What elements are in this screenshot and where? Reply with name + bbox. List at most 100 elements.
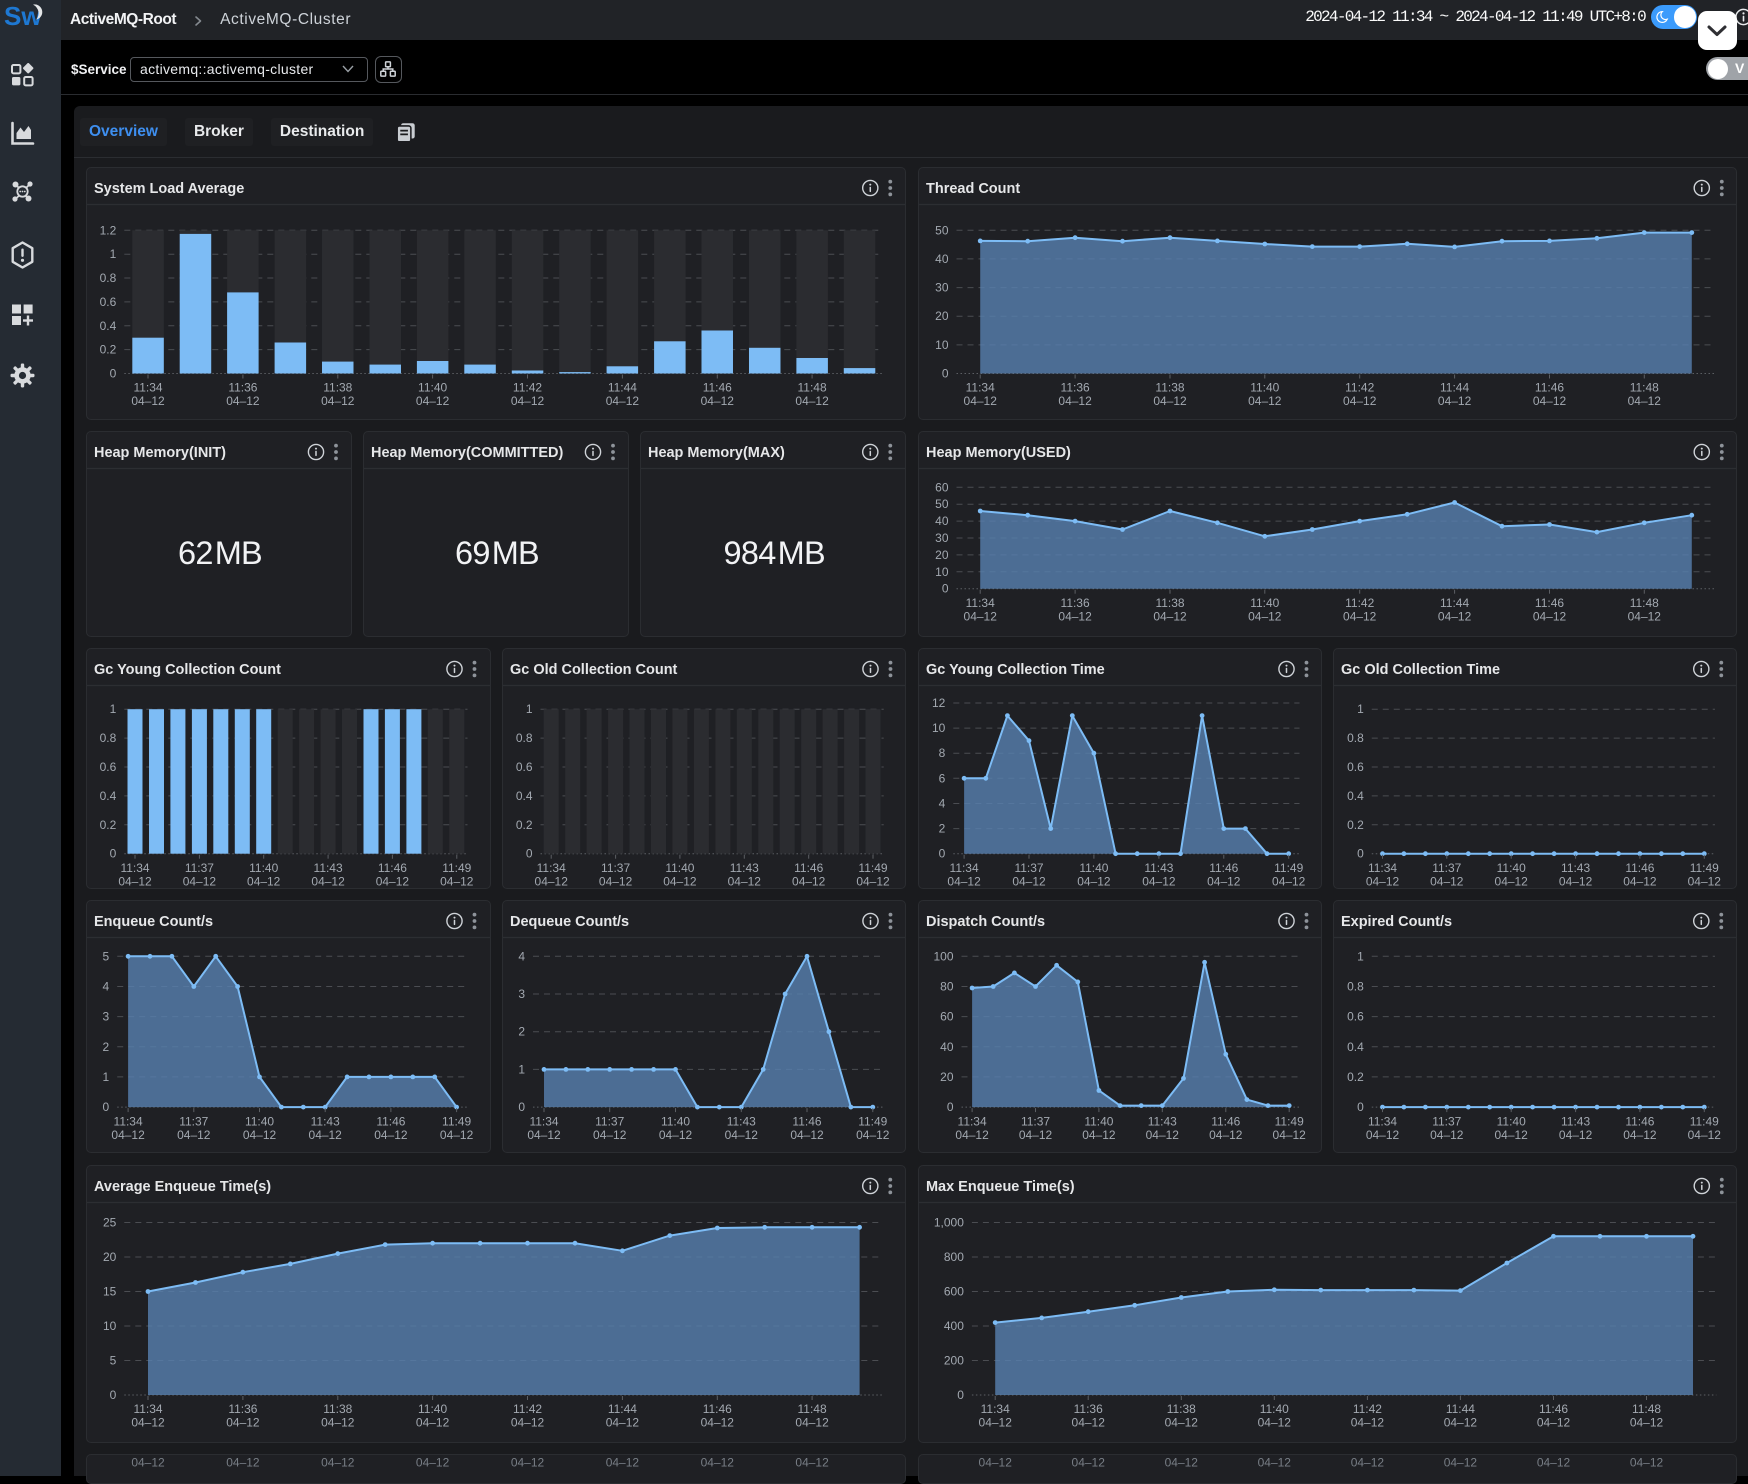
svg-text:0.2: 0.2 <box>1347 818 1364 832</box>
svg-text:0: 0 <box>110 366 117 380</box>
svg-text:0: 0 <box>1357 846 1364 860</box>
svg-text:04–12: 04–12 <box>321 1415 355 1429</box>
svg-text:11:34: 11:34 <box>134 380 163 394</box>
svg-text:0.6: 0.6 <box>1347 760 1364 774</box>
svg-text:04–12: 04–12 <box>1532 610 1566 624</box>
svg-text:11:49: 11:49 <box>442 861 471 875</box>
svg-text:0.2: 0.2 <box>516 818 533 832</box>
svg-text:10: 10 <box>931 721 945 735</box>
svg-text:11:42: 11:42 <box>513 1402 542 1416</box>
svg-text:0: 0 <box>1357 1100 1364 1114</box>
svg-text:04–12: 04–12 <box>1437 610 1471 624</box>
svg-text:0.4: 0.4 <box>516 789 533 803</box>
svg-text:11:49: 11:49 <box>1274 861 1303 875</box>
svg-text:04–12: 04–12 <box>312 874 346 888</box>
svg-text:04–12: 04–12 <box>856 1128 890 1142</box>
svg-text:800: 800 <box>943 1250 963 1264</box>
svg-text:04–12: 04–12 <box>1629 1415 1663 1429</box>
svg-text:0.8: 0.8 <box>100 270 117 284</box>
svg-text:11:34: 11:34 <box>134 1402 163 1416</box>
svg-text:04–12: 04–12 <box>440 1128 474 1142</box>
svg-text:04–12: 04–12 <box>243 1128 277 1142</box>
svg-text:11:36: 11:36 <box>229 380 258 394</box>
svg-text:04–12: 04–12 <box>1627 610 1661 624</box>
svg-text:04–12: 04–12 <box>856 874 890 888</box>
svg-text:4: 4 <box>938 796 945 810</box>
svg-text:04–12: 04–12 <box>1145 1128 1179 1142</box>
svg-text:11:34: 11:34 <box>114 1115 143 1129</box>
svg-text:04–12: 04–12 <box>701 1415 735 1429</box>
svg-text:0: 0 <box>938 846 945 860</box>
svg-text:04–12: 04–12 <box>1058 610 1092 624</box>
svg-text:04–12: 04–12 <box>1430 1128 1464 1142</box>
svg-text:11:40: 11:40 <box>1084 1115 1113 1129</box>
svg-text:0: 0 <box>110 1387 117 1401</box>
svg-text:11:43: 11:43 <box>311 1115 340 1129</box>
svg-text:04–12: 04–12 <box>599 874 633 888</box>
svg-text:11:43: 11:43 <box>314 861 343 875</box>
svg-text:04–12: 04–12 <box>226 1456 260 1470</box>
svg-text:04–12: 04–12 <box>1536 1415 1570 1429</box>
svg-text:2: 2 <box>103 1040 110 1054</box>
svg-text:10: 10 <box>103 1318 117 1332</box>
svg-text:04–12: 04–12 <box>112 1128 146 1142</box>
svg-text:04–12: 04–12 <box>511 394 545 408</box>
svg-text:50: 50 <box>935 497 949 511</box>
svg-text:04–12: 04–12 <box>1430 874 1464 888</box>
svg-text:11:37: 11:37 <box>595 1115 624 1129</box>
svg-text:04–12: 04–12 <box>177 1128 211 1142</box>
svg-text:11:48: 11:48 <box>798 380 827 394</box>
svg-text:11:37: 11:37 <box>179 1115 208 1129</box>
svg-text:20: 20 <box>940 1070 954 1084</box>
svg-text:04–12: 04–12 <box>1153 394 1187 408</box>
svg-text:04–12: 04–12 <box>724 1128 758 1142</box>
svg-text:0.6: 0.6 <box>100 294 117 308</box>
svg-text:04–12: 04–12 <box>247 874 281 888</box>
svg-text:0.6: 0.6 <box>516 760 533 774</box>
svg-text:11:46: 11:46 <box>1625 861 1654 875</box>
svg-text:04–12: 04–12 <box>1343 394 1377 408</box>
svg-text:11:37: 11:37 <box>601 861 630 875</box>
svg-text:69 MB: 69 MB <box>455 535 539 571</box>
svg-text:04–12: 04–12 <box>1248 610 1282 624</box>
svg-text:04–12: 04–12 <box>1559 1128 1593 1142</box>
svg-text:11:40: 11:40 <box>249 861 278 875</box>
svg-text:11:43: 11:43 <box>726 1115 755 1129</box>
svg-text:11:43: 11:43 <box>1144 861 1173 875</box>
svg-text:20: 20 <box>935 309 949 323</box>
svg-text:11:34: 11:34 <box>965 596 994 610</box>
svg-text:11:37: 11:37 <box>1432 861 1461 875</box>
svg-text:60: 60 <box>935 481 949 495</box>
svg-text:11:44: 11:44 <box>1440 380 1469 394</box>
svg-text:04–12: 04–12 <box>727 874 761 888</box>
svg-text:200: 200 <box>943 1353 963 1367</box>
svg-text:11:44: 11:44 <box>608 380 637 394</box>
svg-text:04–12: 04–12 <box>1495 874 1529 888</box>
svg-text:11:49: 11:49 <box>1274 1115 1303 1129</box>
svg-text:11:44: 11:44 <box>608 1402 637 1416</box>
svg-text:04–12: 04–12 <box>309 1128 343 1142</box>
svg-text:11:42: 11:42 <box>1345 380 1374 394</box>
svg-text:11:46: 11:46 <box>792 1115 821 1129</box>
svg-text:04–12: 04–12 <box>1248 394 1282 408</box>
svg-text:1,000: 1,000 <box>933 1215 963 1229</box>
svg-text:600: 600 <box>943 1284 963 1298</box>
svg-text:04–12: 04–12 <box>1366 874 1400 888</box>
svg-text:3: 3 <box>103 1010 110 1024</box>
svg-text:04–12: 04–12 <box>663 874 697 888</box>
svg-text:11:38: 11:38 <box>323 1402 352 1416</box>
svg-text:04–12: 04–12 <box>606 394 640 408</box>
svg-text:11:46: 11:46 <box>1534 380 1563 394</box>
svg-text:40: 40 <box>935 514 949 528</box>
svg-text:Heap Memory(MAX): Heap Memory(MAX) <box>648 445 785 461</box>
svg-text:1: 1 <box>103 1070 110 1084</box>
svg-text:80: 80 <box>940 980 954 994</box>
svg-text:11:38: 11:38 <box>323 380 352 394</box>
svg-text:11:40: 11:40 <box>1497 1115 1526 1129</box>
svg-text:11:40: 11:40 <box>661 1115 690 1129</box>
svg-text:04–12: 04–12 <box>374 1128 408 1142</box>
svg-text:1: 1 <box>110 702 117 716</box>
svg-text:04–12: 04–12 <box>226 1415 260 1429</box>
svg-text:11:38: 11:38 <box>1155 596 1184 610</box>
svg-text:04–12: 04–12 <box>963 610 997 624</box>
